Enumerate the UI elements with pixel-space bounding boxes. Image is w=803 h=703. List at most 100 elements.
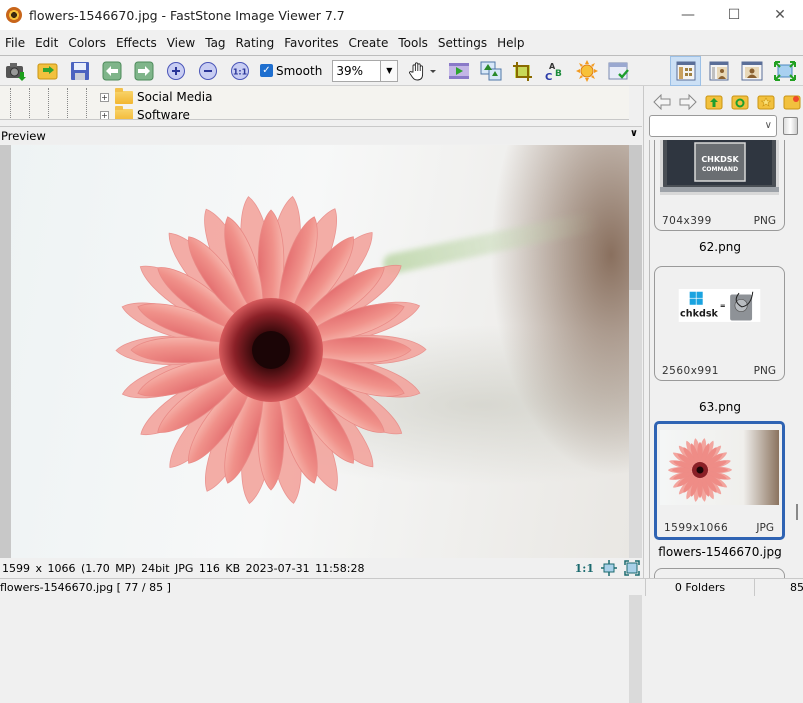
tree-item-software[interactable]: + Software — [100, 105, 190, 119]
app-logo-icon — [6, 7, 22, 23]
tree-guide-line — [48, 88, 49, 118]
actual-size-button[interactable]: 1:1 — [229, 60, 251, 82]
status-filename: flowers-1546670.jpg [ 77 / 85 ] — [0, 580, 171, 594]
svg-text:B: B — [555, 69, 562, 79]
tree-item-social-media[interactable]: + Social Media — [100, 87, 213, 106]
chevron-down-icon: ▼ — [386, 66, 393, 75]
menu-file[interactable]: File — [0, 36, 30, 50]
thumbnail-type: JPG — [756, 522, 774, 534]
smooth-checkbox[interactable]: ✓ Smooth — [260, 64, 322, 78]
zoom-in-button[interactable] — [165, 60, 187, 82]
scrollbar-thumb[interactable] — [796, 504, 798, 520]
menu-effects[interactable]: Effects — [111, 36, 162, 50]
close-icon: ✕ — [774, 7, 786, 23]
batch-icon — [608, 62, 630, 79]
zoom-level-combo[interactable]: 39% ▼ — [332, 59, 399, 82]
menu-view[interactable]: View — [162, 36, 200, 50]
menu-tools[interactable]: Tools — [393, 36, 433, 50]
preview-image[interactable] — [11, 145, 629, 558]
thumbnail-name: 63.png — [699, 400, 741, 414]
image-info-bar: 1599 x 1066 (1.70 MP) 24bit JPG 116 KB 2… — [0, 558, 642, 578]
minimize-button[interactable]: — — [665, 0, 711, 30]
zoom-level-value[interactable]: 39% — [333, 61, 380, 81]
resize-button[interactable] — [480, 60, 502, 82]
browser-panel: ∨ CHKDSK COMMAND 704x399 PNG 62.png chkd… — [643, 86, 803, 578]
maximize-icon: ☐ — [727, 7, 741, 23]
menu-edit[interactable]: Edit — [30, 36, 63, 50]
close-button[interactable]: ✕ — [757, 0, 803, 30]
svg-text:1:1: 1:1 — [233, 67, 248, 76]
forward-button[interactable] — [678, 92, 698, 112]
camera-capture-icon — [6, 62, 26, 81]
thumbnail-scrollbar[interactable] — [791, 140, 803, 578]
image-info-text: 1599 x 1066 (1.70 MP) 24bit JPG 116 KB 2… — [2, 561, 365, 575]
maximize-button[interactable]: ☐ — [711, 0, 757, 30]
folder-icon — [115, 87, 133, 104]
thumbnail-list[interactable]: CHKDSK COMMAND 704x399 PNG 62.png chkdsk… — [649, 140, 789, 578]
menu-help[interactable]: Help — [492, 36, 529, 50]
arrow-left-icon — [653, 94, 671, 110]
title-bar: flowers-1546670.jpg - FastStone Image Vi… — [0, 0, 803, 30]
actual-size-link[interactable]: 1:1 — [575, 562, 594, 575]
thumbnail-card-selected[interactable]: 1599x1066 JPG — [654, 421, 785, 540]
previous-button[interactable] — [101, 60, 123, 82]
zoom-dropdown-button[interactable]: ▼ — [380, 60, 398, 81]
preview-scrollbar[interactable] — [629, 290, 642, 703]
menu-create[interactable]: Create — [343, 36, 393, 50]
preview-view-button[interactable] — [736, 56, 767, 86]
checkbox-checked-icon: ✓ — [260, 64, 273, 77]
status-file-count: 85 — [790, 581, 803, 594]
fullscreen-button[interactable] — [769, 56, 800, 86]
thumbnail-view-button[interactable] — [703, 56, 734, 86]
browser-view-button[interactable] — [670, 56, 701, 86]
svg-text:COMMAND: COMMAND — [702, 166, 738, 173]
menu-rating[interactable]: Rating — [231, 36, 280, 50]
folder-star-icon — [757, 95, 775, 110]
folder-path-combo[interactable]: ∨ — [649, 115, 777, 137]
refresh-button[interactable] — [730, 92, 750, 112]
expand-icon[interactable]: + — [100, 110, 109, 119]
status-bar: flowers-1546670.jpg [ 77 / 85 ] 0 Folder… — [0, 578, 803, 596]
next-button[interactable] — [133, 60, 155, 82]
open-button[interactable] — [37, 60, 59, 82]
thumbnail-card[interactable]: CHKDSK COMMAND 704x399 PNG — [654, 140, 785, 231]
menu-settings[interactable]: Settings — [433, 36, 492, 50]
expand-icon[interactable]: + — [100, 92, 109, 102]
menu-favorites[interactable]: Favorites — [279, 36, 343, 50]
tree-item-label: Social Media — [137, 90, 213, 104]
next-icon — [134, 61, 154, 80]
crop-button[interactable] — [512, 60, 534, 82]
up-folder-button[interactable] — [704, 92, 724, 112]
recycle-bin-icon[interactable] — [783, 117, 798, 135]
folder-new-icon — [783, 95, 801, 110]
batch-button[interactable] — [608, 60, 630, 82]
acquire-button[interactable] — [5, 60, 27, 82]
hand-tool-icon — [409, 61, 437, 80]
thumbnail-dimensions: 2560x991 — [662, 365, 719, 377]
chevron-down-icon[interactable]: ∨ — [765, 120, 772, 131]
preview-pane[interactable] — [0, 145, 642, 703]
hand-tool-button[interactable] — [408, 60, 438, 82]
rename-button[interactable]: ACB — [544, 60, 566, 82]
new-folder-button[interactable] — [782, 92, 802, 112]
thumbnail-card[interactable] — [654, 568, 785, 578]
menu-colors[interactable]: Colors — [63, 36, 111, 50]
tree-guide-line — [67, 88, 68, 118]
lighting-button[interactable] — [576, 59, 599, 82]
favorites-button[interactable] — [756, 92, 776, 112]
thumbnail-card[interactable]: chkdsk = 2560x991 PNG — [654, 266, 785, 381]
menu-tag[interactable]: Tag — [200, 36, 230, 50]
thumbnail-image: chkdsk = — [678, 289, 761, 322]
fit-window-icon[interactable] — [601, 560, 617, 576]
back-button[interactable] — [652, 92, 672, 112]
smooth-label: Smooth — [276, 63, 323, 78]
collapse-chevron-icon[interactable]: ∨ — [630, 128, 638, 139]
browser-view-icon — [676, 61, 695, 81]
slideshow-button[interactable] — [448, 60, 470, 82]
flower-graphic — [115, 195, 427, 505]
zoom-out-button[interactable] — [197, 60, 219, 82]
fullscreen-small-icon[interactable] — [624, 560, 640, 576]
folder-refresh-icon — [731, 95, 749, 110]
save-button[interactable] — [69, 60, 91, 82]
thumbnail-image: CHKDSK COMMAND — [660, 140, 779, 195]
